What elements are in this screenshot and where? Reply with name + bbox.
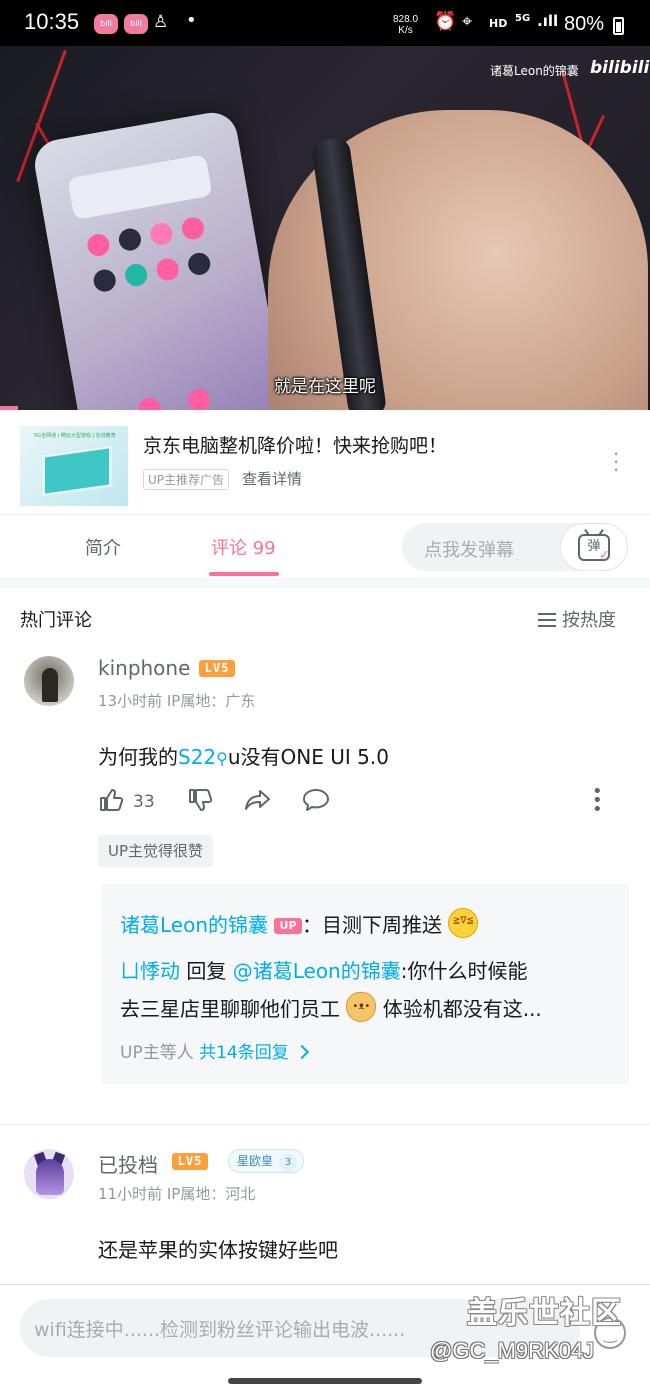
sort-button[interactable]: 按热度: [538, 606, 616, 632]
net-speed: 828.0 K/s: [393, 14, 419, 36]
like-icon[interactable]: [98, 787, 124, 819]
search-icon: ⚲: [216, 749, 228, 768]
more-icon[interactable]: • • •: [592, 783, 603, 819]
comment-text: 还是苹果的实体按键好些吧: [98, 1238, 338, 1262]
notification-dot: •: [186, 10, 197, 31]
dislike-icon[interactable]: [187, 787, 213, 819]
person-icon: ♙: [153, 12, 169, 32]
level-badge: LV5: [199, 660, 235, 677]
ad-banner[interactable]: 5G全网通 | 畅玩大型游戏 | 在线教育 京东电脑整机降价啦！快来抢购吧！ U…: [0, 410, 650, 514]
comment-username[interactable]: kinphone: [98, 656, 190, 680]
comment-actions: 33 • • •: [98, 783, 618, 819]
hot-comments-title: 热门评论: [20, 610, 92, 631]
doge-emoji-icon: [346, 992, 377, 1022]
mention-link[interactable]: @诸葛Leon的锦囊: [233, 959, 401, 983]
section-divider: [0, 578, 650, 588]
video-phone: [30, 108, 291, 410]
hd-icon: HD: [489, 17, 508, 30]
signal-icon: .ıll: [537, 12, 559, 30]
danmaku-input[interactable]: 点我发弹幕: [424, 536, 514, 562]
video-subtitle: 就是在这里呢: [274, 377, 376, 397]
sort-icon: [538, 613, 556, 627]
comment-meta: 13小时前 IP属地：广东: [98, 692, 256, 710]
alarm-icon: ⏰: [434, 11, 457, 32]
up-tag: UP: [274, 918, 303, 934]
fan-badge[interactable]: 星欧皇 3: [228, 1149, 305, 1173]
forum-watermark: 盖乐世社区: [467, 1296, 622, 1331]
tab-bar: 简介 评论 99 点我发弹幕 弹 ✓: [0, 514, 650, 578]
bilibili-icon: bili: [124, 14, 148, 34]
comment-placeholder: wifi连接中......检测到粉丝评论输出电波......: [34, 1319, 406, 1341]
up-liked-badge: UP主觉得很赞: [98, 835, 214, 867]
danmaku-bar: 点我发弹幕 弹 ✓: [402, 523, 628, 571]
chevron-right-icon: [294, 1044, 309, 1060]
reply-item-continued[interactable]: 去三星店里聊聊他们员工 体验机都没有这...: [120, 992, 542, 1022]
reply-box[interactable]: 诸葛Leon的锦囊UP：目测下周推送 ㄩ悸动 回复 @诸葛Leon的锦囊:你什么…: [101, 884, 629, 1084]
battery-percent: 80%: [564, 13, 605, 35]
level-badge: LV5: [172, 1153, 208, 1170]
keyword-link[interactable]: S22: [178, 745, 216, 769]
reply-item[interactable]: 诸葛Leon的锦囊 UP ：目测下周推送: [120, 908, 479, 938]
comment-separator: [0, 1124, 650, 1125]
danmaku-toggle-button[interactable]: 弹 ✓: [560, 523, 628, 571]
reply-item[interactable]: ㄩ悸动 回复 @诸葛Leon的锦囊:你什么时候能: [120, 955, 527, 984]
video-player[interactable]: 诸葛Leon的锦囊 bilibili 就是在这里呢: [0, 46, 650, 410]
status-bar: 10:35 bili bili ♙ • 828.0 K/s ⏰ ⌖ HD 5G …: [0, 0, 650, 46]
bilibili-logo: bilibili: [590, 58, 650, 78]
tab-intro[interactable]: 简介: [85, 534, 121, 560]
ad-tag: UP主推荐广告: [143, 469, 230, 490]
battery-icon: [613, 17, 624, 35]
ad-thumbnail[interactable]: 5G全网通 | 畅玩大型游戏 | 在线教育: [20, 426, 128, 506]
avatar[interactable]: [24, 1149, 74, 1199]
sort-label: 按热度: [562, 610, 616, 631]
phone-widget: [67, 154, 213, 220]
bilibili-icon: bili: [94, 14, 118, 34]
like-count: 33: [133, 792, 155, 812]
tab-underline: [209, 572, 279, 576]
view-all-replies[interactable]: UP主等人 共14条回复: [120, 1038, 309, 1063]
comment-text: 为何我的S22⚲u没有ONE UI 5.0: [98, 745, 389, 769]
status-time: 10:35: [24, 9, 80, 34]
home-indicator[interactable]: [228, 1378, 422, 1384]
comment-username[interactable]: 已投档: [98, 1149, 158, 1178]
more-icon[interactable]: · · ·: [608, 444, 624, 480]
5g-icon: 5G: [515, 13, 531, 24]
video-watermark: 诸葛Leon的锦囊: [490, 64, 579, 78]
reply-icon[interactable]: [302, 787, 330, 819]
ad-title[interactable]: 京东电脑整机降价啦！快来抢购吧！: [143, 431, 447, 458]
location-icon: ⌖: [462, 11, 473, 32]
laptop-image: [42, 445, 112, 497]
tab-comments[interactable]: 评论 99: [211, 534, 276, 560]
ad-detail-link[interactable]: 查看详情: [242, 468, 302, 489]
user-watermark: @GC_M9RK04J: [430, 1338, 595, 1363]
comment-meta: 11小时前 IP属地：河北: [98, 1185, 256, 1203]
avatar[interactable]: [24, 656, 74, 706]
reply-username[interactable]: 诸葛Leon的锦囊: [120, 913, 268, 937]
reply-username[interactable]: ㄩ悸动: [120, 959, 180, 983]
grin-emoji-icon: [448, 908, 479, 938]
check-icon: ✓: [599, 548, 610, 563]
share-icon[interactable]: [244, 787, 272, 819]
